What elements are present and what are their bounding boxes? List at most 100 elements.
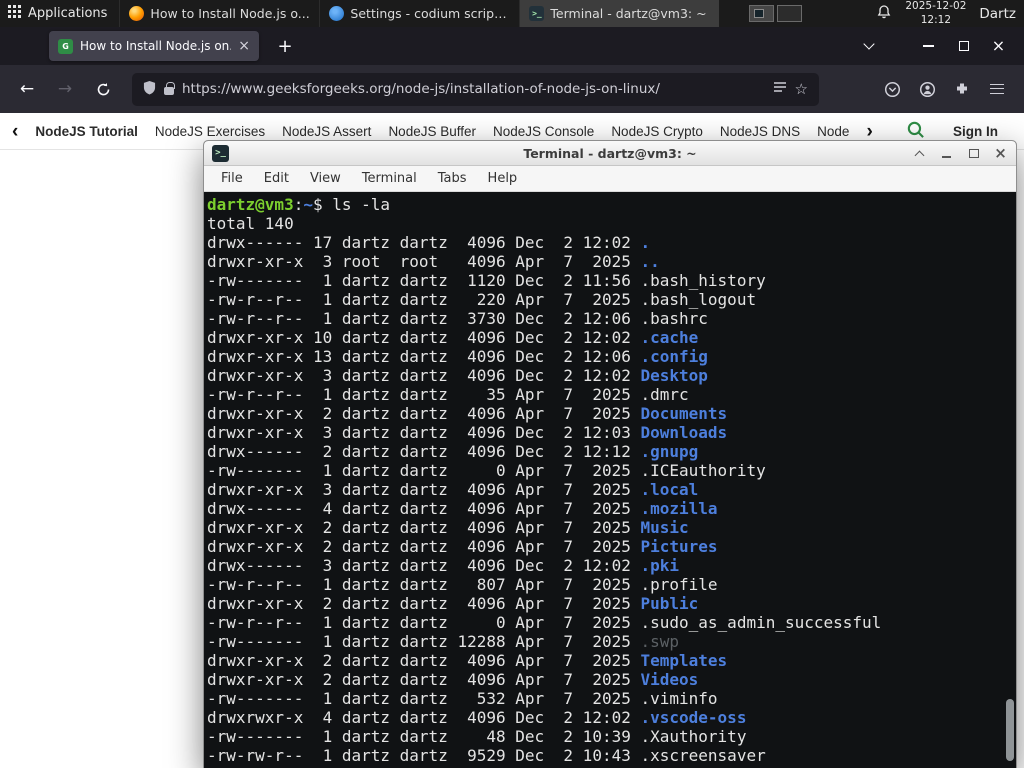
- tab-close-icon[interactable]: ×: [238, 39, 250, 53]
- close-icon: ×: [994, 144, 1007, 162]
- chevron-down-icon: [863, 38, 875, 50]
- applications-label: Applications: [28, 6, 108, 21]
- tab-bar: G How to Install Node.js on... × + ×: [0, 27, 1024, 65]
- list-all-tabs-button[interactable]: [855, 32, 883, 60]
- subnav-item-exercises[interactable]: NodeJS Exercises: [155, 124, 265, 139]
- shade-button[interactable]: [912, 146, 927, 161]
- terminal-output-line: -rw-rw-r-- 1 dartz dartz 9529 Dec 2 10:4…: [207, 746, 766, 765]
- codium-icon: [329, 6, 345, 21]
- terminal-output-line: -rw-r--r-- 1 dartz dartz 220 Apr 7 2025 …: [207, 290, 757, 309]
- desktop: Applications How to Install Node.js o...…: [0, 0, 1024, 768]
- new-tab-button[interactable]: +: [271, 32, 299, 60]
- taskbar-item-codium[interactable]: Settings - codium script...: [319, 0, 519, 27]
- subnav-item-more[interactable]: Node: [817, 124, 849, 139]
- minimize-button[interactable]: [911, 31, 946, 61]
- terminal-scrollbar-thumb[interactable]: [1006, 699, 1014, 761]
- terminal-content[interactable]: dartz@vm3:~$ ls -la total 140 drwx------…: [204, 193, 1016, 768]
- maximize-button[interactable]: [966, 146, 981, 161]
- account-icon[interactable]: [912, 74, 942, 104]
- menu-edit[interactable]: Edit: [264, 171, 289, 186]
- maximize-icon: [968, 149, 979, 158]
- taskbar-item-firefox[interactable]: How to Install Node.js o...: [119, 0, 319, 27]
- menu-terminal[interactable]: Terminal: [362, 171, 417, 186]
- bookmark-star-icon[interactable]: ☆: [795, 80, 808, 98]
- terminal-prompt-line: dartz@vm3:~$ ls -la: [207, 195, 391, 214]
- workspace-2[interactable]: [777, 5, 803, 22]
- subnav-item-buffer[interactable]: NodeJS Buffer: [388, 124, 476, 139]
- close-button[interactable]: ×: [981, 31, 1016, 61]
- window-controls: ×: [911, 31, 1016, 61]
- tab-title: How to Install Node.js on...: [80, 39, 232, 53]
- clock-time: 12:12: [920, 13, 951, 26]
- sign-in-button[interactable]: Sign In: [953, 124, 998, 139]
- top-panel: Applications How to Install Node.js o...…: [0, 0, 1024, 27]
- terminal-output-line: -rw-r--r-- 1 dartz dartz 807 Apr 7 2025 …: [207, 575, 718, 594]
- forward-button[interactable]: →: [48, 72, 82, 106]
- terminal-output-line: -rw-r--r-- 1 dartz dartz 35 Apr 7 2025 .…: [207, 385, 689, 404]
- workspace-switcher[interactable]: [749, 0, 803, 27]
- menu-icon[interactable]: [982, 74, 1012, 104]
- menu-help[interactable]: Help: [488, 171, 518, 186]
- terminal-icon: >_: [529, 6, 545, 21]
- terminal-output-line: drwxr-xr-x 13 dartz dartz 4096 Dec 2 12:…: [207, 347, 708, 366]
- maximize-icon: [958, 41, 969, 51]
- terminal-output-line: -rw------- 1 dartz dartz 0 Apr 7 2025 .I…: [207, 461, 766, 480]
- taskbar-item-title: How to Install Node.js o...: [150, 6, 310, 21]
- terminal-output-line: drwxrwxr-x 4 dartz dartz 4096 Dec 2 12:0…: [207, 708, 747, 727]
- back-button[interactable]: ←: [10, 72, 44, 106]
- navigation-toolbar: ← → https://www.geeksforgeeks.org/node-j…: [0, 65, 1024, 113]
- toolbar-icons: [877, 74, 1014, 104]
- subnav-item-console[interactable]: NodeJS Console: [493, 124, 594, 139]
- user-menu[interactable]: Dartz: [979, 6, 1016, 22]
- menu-file[interactable]: File: [221, 171, 243, 186]
- subnav-item-crypto[interactable]: NodeJS Crypto: [611, 124, 703, 139]
- minimize-button[interactable]: [939, 146, 954, 161]
- browser-tab[interactable]: G How to Install Node.js on... ×: [49, 31, 259, 61]
- reader-view-icon[interactable]: [773, 80, 787, 98]
- terminal-output-line: drwx------ 3 dartz dartz 4096 Dec 2 12:0…: [207, 556, 680, 575]
- url-bar[interactable]: https://www.geeksforgeeks.org/node-js/in…: [132, 72, 819, 106]
- search-icon[interactable]: [906, 120, 925, 142]
- subnav-item-tutorial[interactable]: NodeJS Tutorial: [35, 124, 138, 139]
- subnav-right: Sign In: [906, 120, 1010, 142]
- terminal-output-line: drwxr-xr-x 2 dartz dartz 4096 Apr 7 2025…: [207, 537, 718, 556]
- terminal-output-line: -rw------- 1 dartz dartz 1120 Dec 2 11:5…: [207, 271, 766, 290]
- terminal-total-line: total 140: [207, 214, 294, 233]
- tabbar-right-controls: ×: [855, 31, 1016, 61]
- terminal-menubar: File Edit View Terminal Tabs Help: [204, 166, 1016, 192]
- applications-menu-button[interactable]: Applications: [0, 0, 119, 27]
- reload-button[interactable]: [86, 72, 120, 106]
- clock[interactable]: 2025-12-02 12:12: [905, 0, 966, 26]
- firefox-icon: [129, 6, 145, 21]
- pocket-icon[interactable]: [877, 74, 907, 104]
- terminal-window: >_ Terminal - dartz@vm3: ~ × File Edit V…: [203, 140, 1017, 768]
- close-button[interactable]: ×: [993, 146, 1008, 161]
- padlock-icon[interactable]: [164, 82, 175, 95]
- terminal-output-line: -rw------- 1 dartz dartz 48 Dec 2 10:39 …: [207, 727, 747, 746]
- taskbar-item-title: Terminal - dartz@vm3: ~: [550, 6, 707, 21]
- maximize-button[interactable]: [946, 31, 981, 61]
- tracking-protection-shield-icon[interactable]: [143, 80, 156, 99]
- subnav-scroll-right-icon[interactable]: ›: [866, 122, 872, 141]
- subnav-scroll-left-icon[interactable]: ‹: [12, 122, 18, 141]
- terminal-output-line: drwxr-xr-x 3 dartz dartz 4096 Dec 2 12:0…: [207, 366, 708, 385]
- workspace-1[interactable]: [749, 5, 775, 22]
- url-text: https://www.geeksforgeeks.org/node-js/in…: [182, 81, 660, 97]
- site-favicon: G: [58, 38, 73, 54]
- terminal-output-line: -rw-r--r-- 1 dartz dartz 0 Apr 7 2025 .s…: [207, 613, 882, 632]
- applications-grid-icon: [8, 5, 21, 22]
- notification-bell-icon[interactable]: [876, 4, 892, 24]
- menu-tabs[interactable]: Tabs: [438, 171, 467, 186]
- extensions-icon[interactable]: [947, 74, 977, 104]
- terminal-app-icon: >_: [212, 145, 229, 162]
- menu-view[interactable]: View: [310, 171, 341, 186]
- terminal-output-line: drwxr-xr-x 3 dartz dartz 4096 Dec 2 12:0…: [207, 423, 728, 442]
- terminal-titlebar[interactable]: >_ Terminal - dartz@vm3: ~ ×: [204, 141, 1016, 166]
- subnav-item-assert[interactable]: NodeJS Assert: [282, 124, 371, 139]
- subnav-item-dns[interactable]: NodeJS DNS: [720, 124, 800, 139]
- prompt-path: ~: [303, 195, 313, 214]
- prompt-command: ls -la: [332, 195, 391, 214]
- taskbar-item-terminal[interactable]: >_ Terminal - dartz@vm3: ~: [519, 0, 720, 27]
- terminal-output-line: drwxr-xr-x 3 dartz dartz 4096 Apr 7 2025…: [207, 480, 699, 499]
- minimize-icon: [942, 156, 951, 158]
